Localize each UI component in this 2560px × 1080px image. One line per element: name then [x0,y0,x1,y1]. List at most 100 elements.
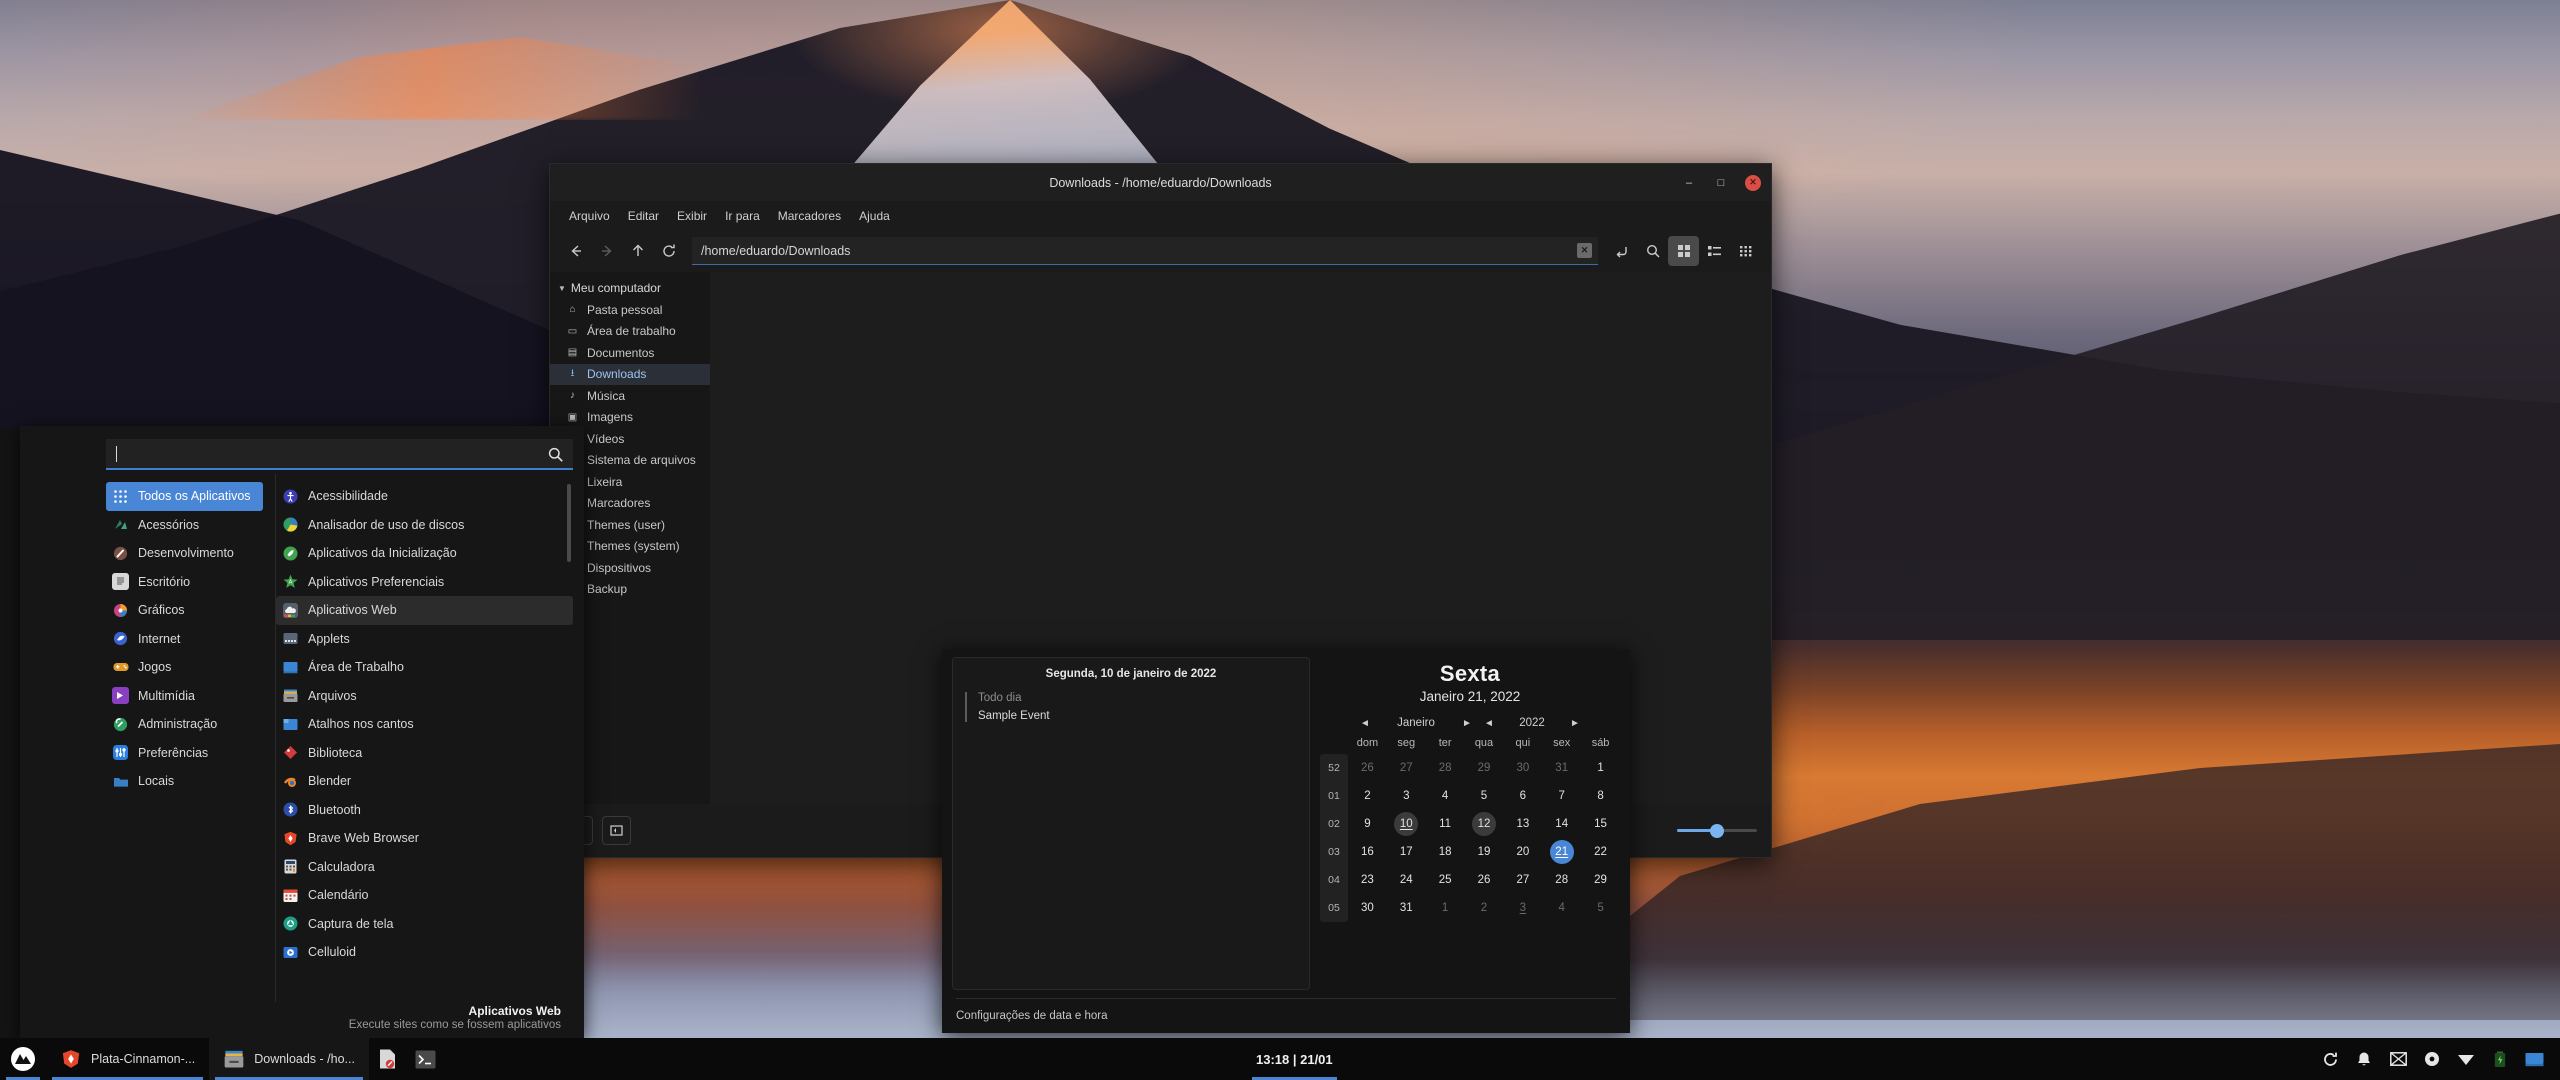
menu-app-12[interactable]: Brave Web Browser [276,824,573,853]
sidebar-item-3[interactable]: ⭳Downloads [550,364,710,386]
calendar-day-4-0[interactable]: 23 [1348,866,1387,894]
menubar-item-2[interactable]: Exibir [668,206,716,226]
calendar-day-1-6[interactable]: 8 [1581,782,1620,810]
calendar-day-1-3[interactable]: 5 [1465,782,1504,810]
sidebar-header[interactable]: ▼ Meu computador [550,277,710,299]
calendar-day-4-5[interactable]: 28 [1542,866,1581,894]
sidebar-item-2[interactable]: ▤Documentos [550,342,710,364]
calendar-day-2-3[interactable]: 12 [1465,810,1504,838]
menu-app-11[interactable]: Bluetooth [276,796,573,825]
menu-category-3[interactable]: Escritório [106,568,263,597]
taskbar-window-1[interactable]: Downloads - /ho... [209,1038,369,1080]
search-icon[interactable] [547,446,564,463]
calendar-day-2-2[interactable]: 11 [1426,810,1465,838]
menu-app-6[interactable]: Área de Trabalho [276,653,573,682]
calendar-day-0-2[interactable]: 28 [1426,754,1465,782]
calendar-day-5-0[interactable]: 30 [1348,894,1387,922]
bell-icon[interactable] [2354,1049,2374,1069]
calendar-day-1-0[interactable]: 2 [1348,782,1387,810]
menubar-item-4[interactable]: Marcadores [769,206,850,226]
calendar-day-5-6[interactable]: 5 [1581,894,1620,922]
compact-view-icon[interactable] [1730,236,1761,266]
grid-view-icon[interactable] [1668,236,1699,266]
calendar-day-4-6[interactable]: 29 [1581,866,1620,894]
calendar-day-1-4[interactable]: 6 [1503,782,1542,810]
sidebar-item-4[interactable]: ♪Música [550,385,710,407]
calendar-day-3-4[interactable]: 20 [1503,838,1542,866]
calendar-day-4-2[interactable]: 25 [1426,866,1465,894]
menu-category-10[interactable]: Locais [106,767,263,796]
search-icon[interactable] [1637,236,1668,266]
calendar-day-5-4[interactable]: 3 [1503,894,1542,922]
mail-icon[interactable] [2388,1049,2408,1069]
calendar-day-2-5[interactable]: 14 [1542,810,1581,838]
calendar-day-5-5[interactable]: 4 [1542,894,1581,922]
prev-month-icon[interactable]: ◄ [1357,718,1373,729]
battery-icon[interactable] [2490,1049,2510,1069]
reload-icon[interactable] [653,236,684,266]
toggle-path-icon[interactable] [1606,236,1637,266]
menu-category-5[interactable]: Internet [106,625,263,654]
sidebar-item-1[interactable]: ▭Área de trabalho [550,321,710,343]
next-year-icon[interactable]: ► [1567,718,1583,729]
menu-app-15[interactable]: Captura de tela [276,910,573,939]
taskbar-window-0[interactable]: Plata-Cinnamon-... [46,1038,209,1080]
menu-app-3[interactable]: AAplicativos Preferenciais [276,568,573,597]
calendar-day-3-2[interactable]: 18 [1426,838,1465,866]
calendar-day-0-1[interactable]: 27 [1387,754,1426,782]
menu-category-7[interactable]: Multimídia [106,682,263,711]
sidebar-item-5[interactable]: ▣Imagens [550,407,710,429]
calendar-day-4-4[interactable]: 27 [1503,866,1542,894]
calendar-day-4-1[interactable]: 24 [1387,866,1426,894]
menu-category-9[interactable]: Preferências [106,739,263,768]
zoom-knob[interactable] [1710,824,1724,838]
menubar-item-0[interactable]: Arquivo [560,206,619,226]
clear-icon[interactable]: ✕ [1577,243,1592,258]
disc-icon[interactable] [2422,1049,2442,1069]
calendar-day-3-5[interactable]: 21 [1542,838,1581,866]
menu-category-8[interactable]: Administração [106,710,263,739]
close-button[interactable]: ✕ [1745,175,1761,191]
menu-app-4[interactable]: Aplicativos Web [276,596,573,625]
menu-app-1[interactable]: Analisador de uso de discos [276,511,573,540]
list-view-icon[interactable] [1699,236,1730,266]
menu-category-0[interactable]: Todos os Aplicativos [106,482,263,511]
calendar-day-1-2[interactable]: 4 [1426,782,1465,810]
zoom-slider[interactable] [1677,823,1757,839]
calendar-day-2-6[interactable]: 15 [1581,810,1620,838]
path-input[interactable]: /home/eduardo/Downloads ✕ [692,237,1598,265]
taskbar-item-terminal[interactable] [407,1038,445,1080]
search-input[interactable] [106,439,573,470]
menu-app-16[interactable]: Celluloid [276,938,573,967]
menu-app-5[interactable]: Applets [276,625,573,654]
menu-app-14[interactable]: Calendário [276,881,573,910]
menu-app-2[interactable]: Aplicativos da Inicialização [276,539,573,568]
window-titlebar[interactable]: Downloads - /home/eduardo/Downloads – □ … [550,164,1771,201]
calendar-day-2-4[interactable]: 13 [1503,810,1542,838]
calendar-day-0-5[interactable]: 31 [1542,754,1581,782]
calendar-day-1-1[interactable]: 3 [1387,782,1426,810]
forward-arrow-icon[interactable] [591,236,622,266]
calendar-day-2-1[interactable]: 10 [1387,810,1426,838]
menubar-item-1[interactable]: Editar [619,206,668,226]
back-arrow-icon[interactable] [560,236,591,266]
calendar-day-3-3[interactable]: 19 [1465,838,1504,866]
calendar-day-5-3[interactable]: 2 [1465,894,1504,922]
calendar-day-3-1[interactable]: 17 [1387,838,1426,866]
up-arrow-icon[interactable] [622,236,653,266]
calendar-day-4-3[interactable]: 26 [1465,866,1504,894]
menubar-item-5[interactable]: Ajuda [850,206,899,226]
clock[interactable]: 13:18 | 21/01 [1240,1038,1349,1080]
calendar-day-5-1[interactable]: 31 [1387,894,1426,922]
application-list-scrollbar[interactable] [567,484,571,562]
taskbar-item-text-editor[interactable] [369,1038,407,1080]
calendar-day-0-0[interactable]: 26 [1348,754,1387,782]
calendar-day-5-2[interactable]: 1 [1426,894,1465,922]
calendar-day-0-6[interactable]: 1 [1581,754,1620,782]
menu-app-7[interactable]: Arquivos [276,682,573,711]
wifi-icon[interactable] [2456,1049,2476,1069]
datetime-settings-link[interactable]: Configurações de data e hora [952,999,1620,1033]
event-item[interactable]: Sample Event [978,710,1297,722]
next-month-icon[interactable]: ► [1459,718,1475,729]
menu-app-10[interactable]: Blender [276,767,573,796]
